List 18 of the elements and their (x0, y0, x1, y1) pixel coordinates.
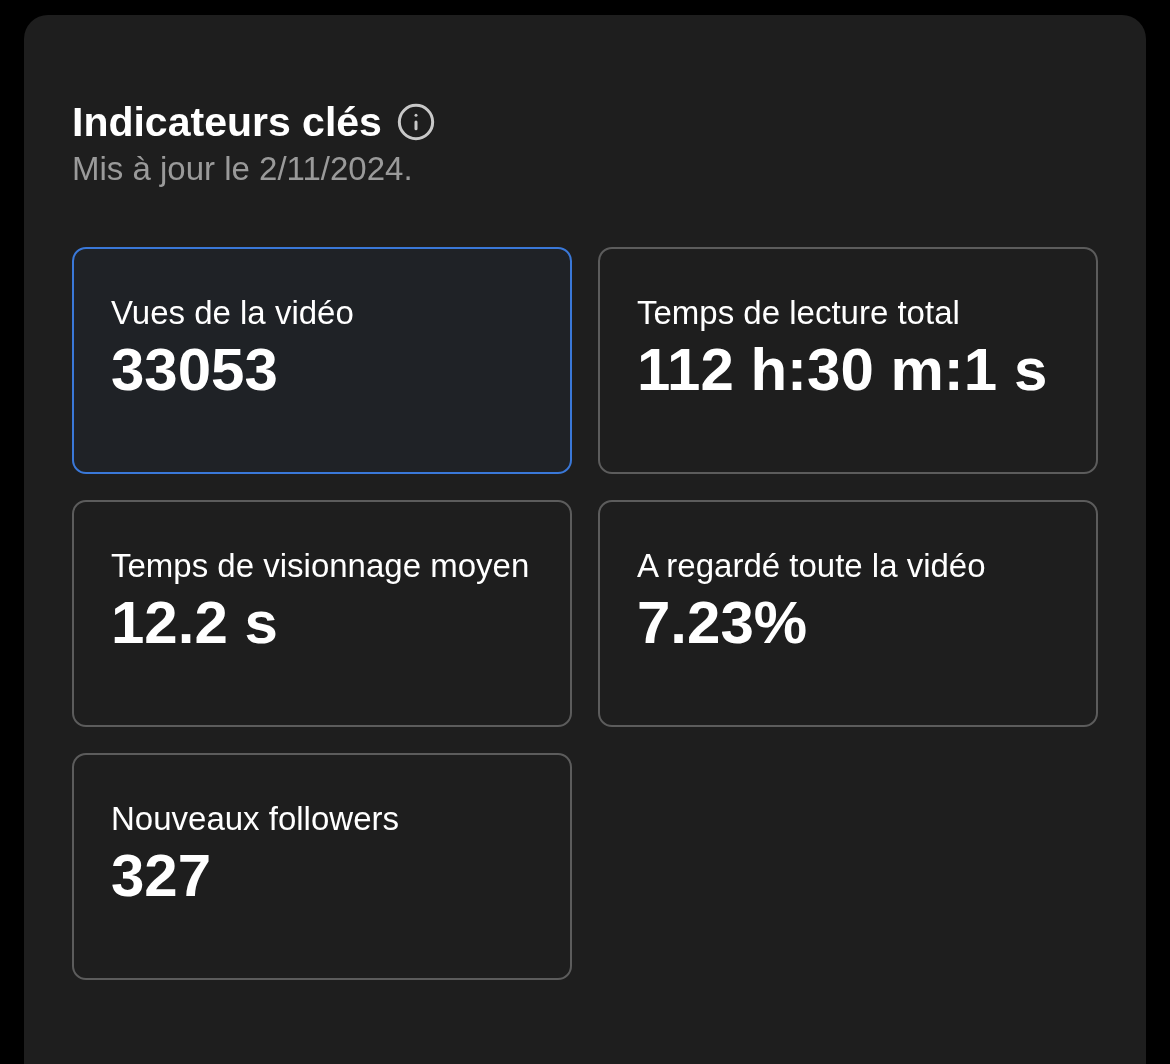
metric-value: 7.23% (637, 591, 809, 655)
metric-label: A regardé toute la vidéo (637, 546, 987, 586)
update-date: Mis à jour le 2/11/2024. (72, 149, 414, 189)
metric-tile[interactable]: Nouveaux followers 327 (72, 753, 572, 980)
info-icon[interactable] (395, 102, 436, 142)
metric-tile[interactable]: Temps de lecture total 112 h:30 m:1 s (598, 247, 1098, 474)
metric-value: 327 (111, 844, 213, 908)
metric-tile[interactable]: Vues de la vidéo 33053 (72, 247, 572, 474)
metric-value: 12.2 s (111, 591, 279, 655)
metric-label: Nouveaux followers (111, 799, 400, 839)
metric-label: Temps de lecture total (637, 293, 961, 333)
metric-value: 33053 (111, 338, 279, 402)
metric-label: Vues de la vidéo (111, 293, 355, 333)
metric-tile[interactable]: Temps de visionnage moyen 12.2 s (72, 500, 572, 727)
metric-value: 112 h:30 m:1 s (637, 338, 1049, 402)
metric-tile[interactable]: A regardé toute la vidéo 7.23% (598, 500, 1098, 727)
panel-title: Indicateurs clés (72, 98, 382, 147)
metric-label: Temps de visionnage moyen (111, 546, 531, 586)
